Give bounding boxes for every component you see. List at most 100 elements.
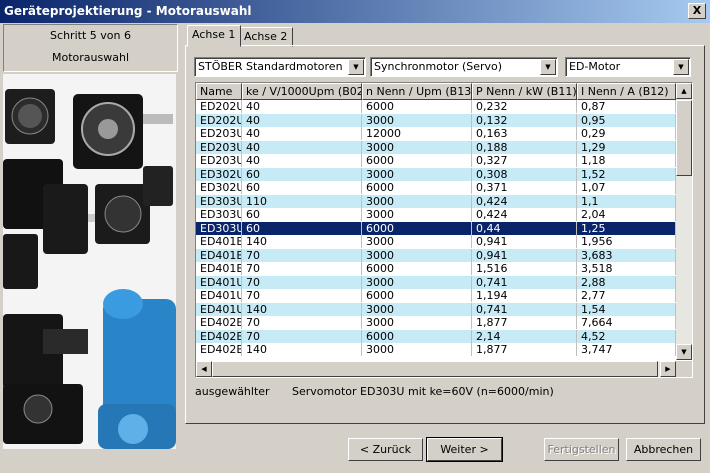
table-cell: ED303U <box>196 194 242 208</box>
cancel-label: Abbrechen <box>633 443 694 456</box>
table-cell: 1,18 <box>577 154 676 167</box>
step-info: Schritt 5 von 6 Motorauswahl <box>3 24 178 72</box>
table-cell: ED303U <box>196 208 242 221</box>
table-cell: 60 <box>242 181 362 194</box>
table-row[interactable]: ED302U 60 3000 0,308 1,52 <box>196 167 676 181</box>
table-row[interactable]: ED401U 140 3000 0,741 1,54 <box>196 302 676 316</box>
scroll-thumb[interactable] <box>212 361 658 377</box>
table-row[interactable]: ED402B 140 3000 1,877 3,747 <box>196 343 676 357</box>
table-cell: 40 <box>242 154 362 167</box>
table-cell: 1,52 <box>577 167 676 181</box>
table-cell: 6000 <box>362 154 472 167</box>
next-button[interactable]: Weiter > <box>426 437 503 462</box>
table-cell: 1,25 <box>577 221 676 235</box>
table-cell: 1,194 <box>472 289 577 302</box>
table-cell: 70 <box>242 316 362 329</box>
table-cell: 0,371 <box>472 181 577 194</box>
table-cell: 0,188 <box>472 140 577 154</box>
back-button[interactable]: < Zurück <box>348 438 423 461</box>
scroll-left-icon[interactable]: ◀ <box>196 361 212 377</box>
column-header[interactable]: Name <box>196 83 242 100</box>
horizontal-scrollbar[interactable]: ◀ ▶ <box>196 361 676 377</box>
table-cell: 6000 <box>362 289 472 302</box>
table-row[interactable]: ED202U 40 3000 0,132 0,95 <box>196 113 676 127</box>
table-row[interactable]: ED401B 70 6000 1,516 3,518 <box>196 262 676 276</box>
cancel-button[interactable]: Abbrechen <box>626 438 701 461</box>
scroll-thumb[interactable] <box>676 100 692 176</box>
table-row[interactable]: ED402B 70 6000 2,14 4,52 <box>196 329 676 343</box>
step-counter: Schritt 5 von 6 <box>50 29 131 42</box>
table-cell: ED302U <box>196 181 242 194</box>
table-row[interactable]: ED402B 70 3000 1,877 7,664 <box>196 316 676 330</box>
table-cell: 0,941 <box>472 248 577 262</box>
series-select[interactable]: ED-Motor ▼ <box>565 57 691 77</box>
motors-image <box>3 74 176 449</box>
title-bar: Geräteprojektierung - Motorauswahl X <box>0 0 710 23</box>
table-cell: 2,14 <box>472 329 577 343</box>
table-cell: 110 <box>242 194 362 208</box>
scroll-right-icon[interactable]: ▶ <box>660 361 676 377</box>
tab-achse-1[interactable]: Achse 1 <box>187 25 241 47</box>
table-cell: ED303U <box>196 221 242 235</box>
table-cell: 0,424 <box>472 194 577 208</box>
table-row[interactable]: ED203U 40 12000 0,163 0,29 <box>196 127 676 141</box>
table-cell: 40 <box>242 140 362 154</box>
table-cell: 0,87 <box>577 100 676 113</box>
table-cell: 3000 <box>362 113 472 127</box>
selected-label: ausgewählter <box>195 385 270 398</box>
series-value: ED-Motor <box>569 60 621 73</box>
chevron-down-icon[interactable]: ▼ <box>348 59 364 75</box>
table-row[interactable]: ED303U 110 3000 0,424 1,1 <box>196 194 676 208</box>
table-cell: 3000 <box>362 235 472 248</box>
close-button[interactable]: X <box>688 3 706 19</box>
table-cell: 70 <box>242 262 362 275</box>
table-cell: ED302U <box>196 167 242 181</box>
table-row[interactable]: ED303U 60 6000 0,44 1,25 <box>196 221 676 235</box>
table-cell: 0,741 <box>472 275 577 289</box>
motor-type-select[interactable]: Synchronmotor (Servo) ▼ <box>370 57 558 77</box>
table-cell: 0,941 <box>472 235 577 248</box>
motor-table[interactable]: Name ke / V/1000Upm (B02) n Nenn / Upm (… <box>195 82 693 378</box>
column-header[interactable]: P Nenn / kW (B11) <box>472 83 577 100</box>
scroll-up-icon[interactable]: ▲ <box>676 83 692 99</box>
table-cell: 0,327 <box>472 154 577 167</box>
table-row[interactable]: ED203U 40 6000 0,327 1,18 <box>196 154 676 168</box>
table-cell: 140 <box>242 235 362 248</box>
table-row[interactable]: ED302U 60 6000 0,371 1,07 <box>196 181 676 195</box>
finish-button[interactable]: Fertigstellen <box>544 438 619 461</box>
selected-motor-description: Servomotor ED303U mit ke=60V (n=6000/min… <box>292 385 554 398</box>
tab-achse-2[interactable]: Achse 2 <box>239 27 293 47</box>
table-row[interactable]: ED401B 70 3000 0,941 3,683 <box>196 248 676 262</box>
table-row[interactable]: ED401U 70 6000 1,194 2,77 <box>196 289 676 303</box>
scroll-down-icon[interactable]: ▼ <box>676 344 692 360</box>
table-row[interactable]: ED401B 140 3000 0,941 1,956 <box>196 235 676 249</box>
column-header[interactable]: n Nenn / Upm (B13) <box>362 83 472 100</box>
table-cell: ED402B <box>196 329 242 343</box>
table-cell: ED203U <box>196 140 242 154</box>
table-cell: 1,07 <box>577 181 676 194</box>
table-row[interactable]: ED202U 40 6000 0,232 0,87 <box>196 100 676 114</box>
manufacturer-select[interactable]: STÖBER Standardmotoren ▼ <box>194 57 366 77</box>
table-cell: 3000 <box>362 248 472 262</box>
table-cell: 1,1 <box>577 194 676 208</box>
column-header[interactable]: I Nenn / A (B12) <box>577 83 676 100</box>
table-cell: 3000 <box>362 302 472 316</box>
table-cell: 0,44 <box>472 221 577 235</box>
chevron-down-icon[interactable]: ▼ <box>540 59 556 75</box>
table-cell: 2,77 <box>577 289 676 302</box>
table-cell: ED202U <box>196 100 242 113</box>
table-cell: 140 <box>242 302 362 316</box>
chevron-down-icon[interactable]: ▼ <box>673 59 689 75</box>
table-row[interactable]: ED303U 60 3000 0,424 2,04 <box>196 208 676 222</box>
vertical-scrollbar[interactable]: ▲ ▼ <box>676 83 692 360</box>
table-cell: ED202U <box>196 113 242 127</box>
table-cell: 0,308 <box>472 167 577 181</box>
table-row[interactable]: ED203U 40 3000 0,188 1,29 <box>196 140 676 154</box>
table-cell: ED203U <box>196 154 242 167</box>
table-cell: 60 <box>242 167 362 181</box>
table-cell: ED203U <box>196 127 242 140</box>
table-cell: 3000 <box>362 316 472 329</box>
table-row[interactable]: ED401U 70 3000 0,741 2,88 <box>196 275 676 289</box>
column-header[interactable]: ke / V/1000Upm (B02) <box>242 83 362 100</box>
table-cell: 1,516 <box>472 262 577 275</box>
